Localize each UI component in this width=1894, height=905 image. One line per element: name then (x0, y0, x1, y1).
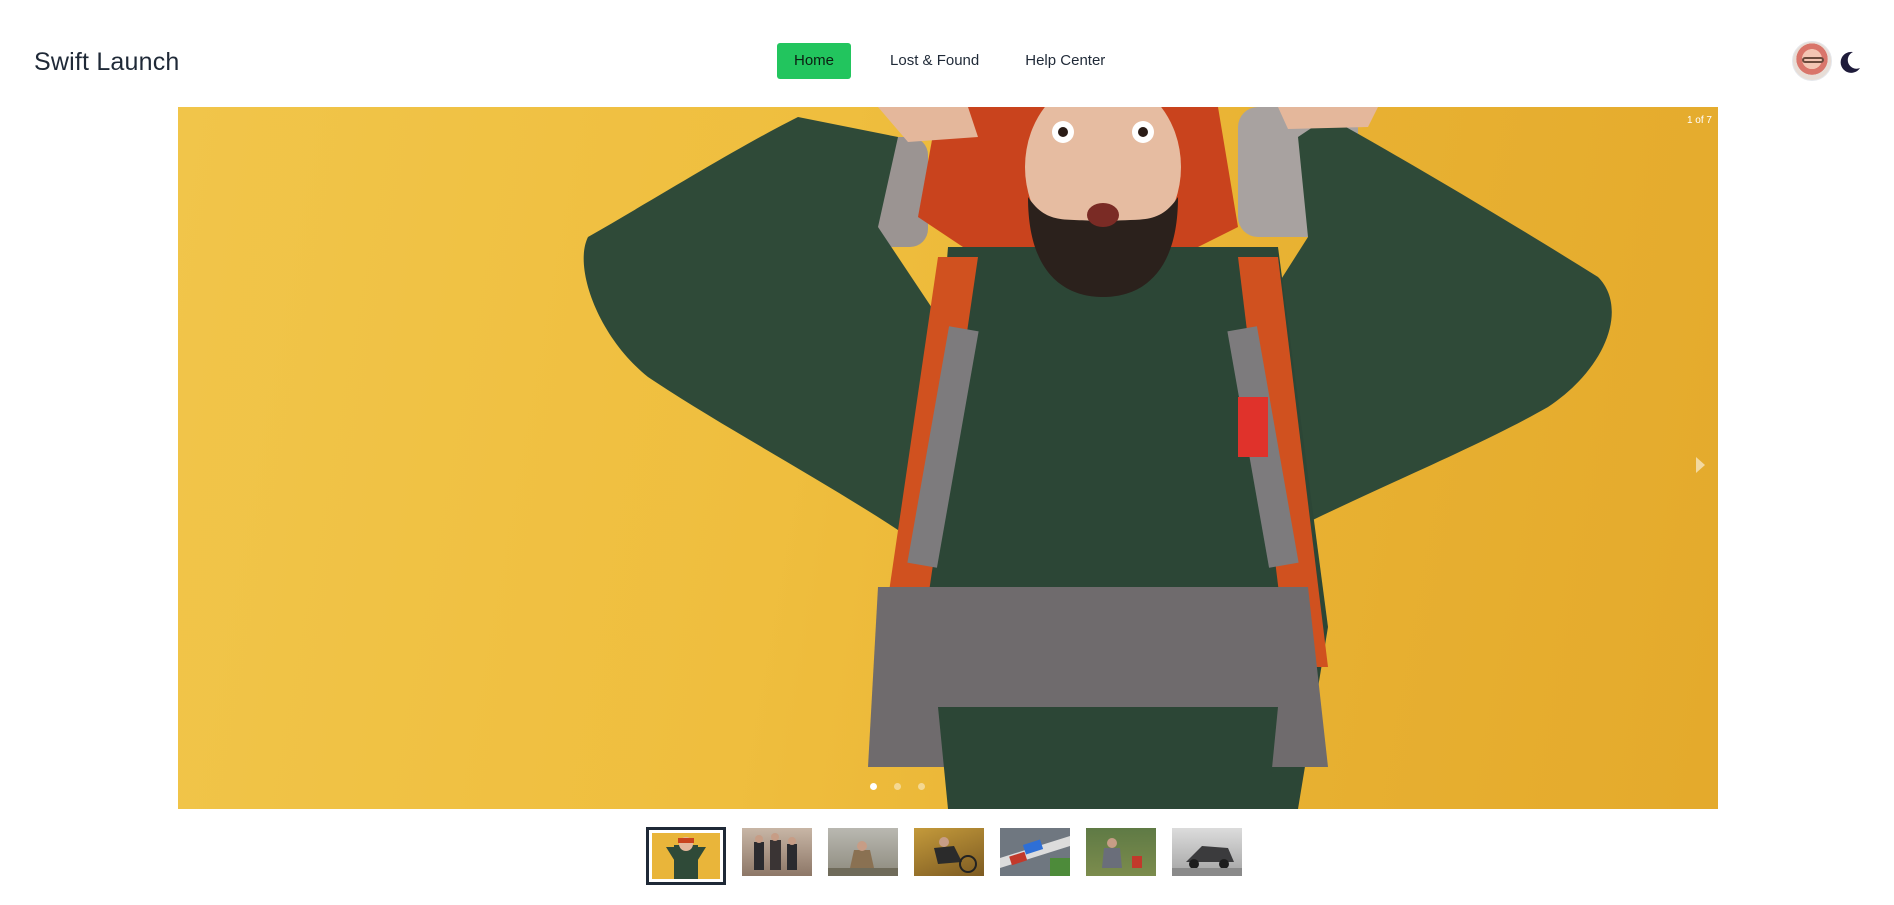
brand-title[interactable]: Swift Launch (34, 48, 180, 77)
thumb-person-crouching[interactable] (828, 828, 898, 876)
slide-dot-3[interactable] (918, 783, 925, 790)
image-carousel[interactable]: 1 of 7 (178, 107, 1718, 809)
thumb-group-forest[interactable] (742, 828, 812, 876)
thumb-car-accident[interactable] (1000, 828, 1070, 876)
nav-item-home[interactable]: Home (777, 43, 852, 79)
main-nav: Home Lost & Found Help Center (777, 43, 1128, 79)
nav-item-lost-and-found[interactable]: Lost & Found (873, 43, 996, 79)
moon-icon[interactable] (1836, 49, 1862, 75)
thumbnail-strip (646, 827, 1258, 885)
slide-dot-2[interactable] (894, 783, 901, 790)
hiker-with-backpack-image (583, 107, 1612, 809)
chevron-right-icon[interactable] (1692, 450, 1710, 480)
slide-counter: 1 of 7 (1686, 115, 1712, 126)
thumb-injured-cyclist[interactable] (914, 828, 984, 876)
thumb-overturned-car[interactable] (1172, 828, 1242, 876)
nav-item-help-center[interactable]: Help Center (1008, 43, 1122, 79)
slide-dot-1[interactable] (870, 783, 877, 790)
thumb-hiker-yellow[interactable] (646, 827, 726, 885)
thumb-person-grass[interactable] (1086, 828, 1156, 876)
avatar-glasses-detail (1802, 57, 1824, 63)
top-navigation-bar: Swift Launch Home Lost & Found Help Cent… (0, 0, 1894, 107)
slide-indicators (870, 783, 942, 790)
user-avatar[interactable] (1792, 41, 1832, 81)
